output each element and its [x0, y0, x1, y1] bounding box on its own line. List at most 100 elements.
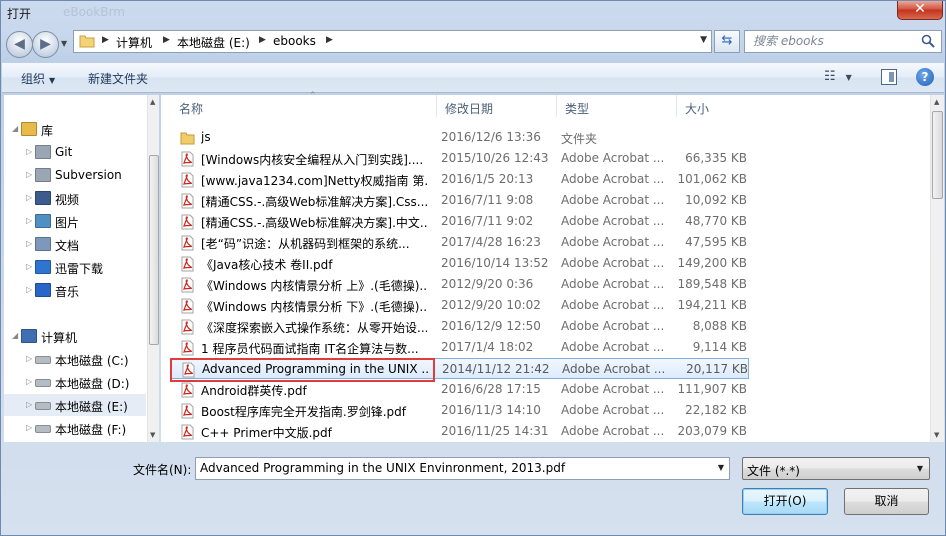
organize-menu[interactable]: 组织 ▼ [21, 70, 55, 87]
nav-item[interactable]: ▷ Subversion [4, 164, 146, 186]
system-drive-icon [35, 356, 51, 364]
close-button[interactable]: ✕ [897, 1, 943, 20]
chevron-down-icon[interactable]: ▼ [718, 463, 724, 472]
breadcrumb-computer[interactable]: 计算机 [116, 34, 152, 51]
new-folder-button[interactable]: 新建文件夹 [88, 70, 148, 87]
view-list-icon: ☷ [824, 69, 836, 84]
nav-item[interactable]: ▷ 图片 [4, 210, 146, 232]
cancel-button[interactable]: 取消 [844, 488, 929, 515]
file-row[interactable]: 《深度探索嵌入式操作系统：从零开始设... 2016/12/9 12:50 Adob… [171, 316, 749, 337]
file-row[interactable]: [老“码”识途：从机器码到框架的系统... 2017/4/28 16:23 Adob… [171, 232, 749, 253]
search-icon[interactable] [921, 34, 935, 48]
nav-item[interactable]: ◢ 计算机 [4, 325, 146, 347]
scroll-up-icon[interactable]: ▲ [150, 98, 155, 106]
expand-arrow-icon[interactable]: ▷ [26, 147, 32, 156]
open-button[interactable]: 打开(O) [742, 488, 828, 515]
nav-item[interactable]: ▷ 本地磁盘 (E:) [4, 394, 146, 416]
address-bar[interactable]: ▶ 计算机 ▶ 本地磁盘 (E:) ▶ ebooks ▶ ▼ [73, 30, 712, 53]
expand-arrow-icon[interactable]: ▷ [26, 216, 32, 225]
nav-item-label: 文档 [55, 239, 80, 253]
folder-icon [180, 132, 195, 145]
nav-scroll-thumb[interactable] [149, 155, 159, 345]
nav-item-label: 本地磁盘 (F:) [55, 423, 127, 437]
nav-item-label: 音乐 [55, 285, 80, 299]
file-type-filter-value: 文件 (*.*) [747, 464, 800, 478]
file-size: 22,182 KB [685, 403, 747, 417]
window-title: 打开 [7, 7, 32, 21]
nav-scrollbar[interactable]: ▲ ▼ [147, 95, 159, 442]
computer-icon [21, 329, 37, 343]
file-row[interactable]: [Windows内核安全编程从入门到实践].... 2015/10/26 12:4… [171, 148, 749, 169]
scroll-up-icon[interactable]: ▲ [934, 98, 939, 106]
file-row[interactable]: Android群英传.pdf 2016/6/28 17:15 Adobe Acrob… [171, 379, 749, 400]
expand-arrow-icon[interactable]: ▷ [26, 170, 32, 179]
column-header-name[interactable]: ⌃ 名称 [171, 91, 437, 117]
file-row[interactable]: 《Windows 内核情景分析 下》.(毛德操)... 2012/9/20 10:… [171, 295, 749, 316]
expand-arrow-icon[interactable]: ▷ [26, 400, 32, 409]
nav-item[interactable]: ▷ 本地磁盘 (D:) [4, 371, 146, 393]
filename-combobox[interactable]: ▼ [195, 457, 730, 480]
file-row[interactable]: Advanced Programming in the UNIX ... 2014… [171, 358, 749, 379]
forward-button[interactable]: ▶ [32, 31, 59, 58]
nav-item-label: Subversion [55, 168, 122, 182]
expand-arrow-icon[interactable]: ▷ [26, 239, 32, 248]
nav-item[interactable]: ▷ 音乐 [4, 279, 146, 301]
file-row[interactable]: 1 程序员代码面试指南 IT名企算法与数... 2017/1/4 18:02 Ado… [171, 337, 749, 358]
help-icon[interactable]: ? [916, 68, 934, 86]
preview-pane-toggle[interactable] [881, 69, 897, 85]
file-size: 9,114 KB [692, 340, 747, 354]
expand-arrow-icon[interactable]: ▷ [26, 377, 32, 386]
expand-arrow-icon[interactable]: ▷ [26, 423, 32, 432]
expand-arrow-icon[interactable]: ◢ [12, 331, 18, 340]
change-view-button[interactable]: ☷ ▼ [824, 69, 852, 84]
search-input[interactable] [753, 34, 913, 48]
file-type: 文件夹 [561, 132, 598, 146]
nav-item[interactable]: ▷ Git [4, 141, 146, 163]
nav-item[interactable]: ▷ 迅雷下载 [4, 256, 146, 278]
file-scroll-thumb[interactable] [932, 111, 943, 199]
file-row[interactable]: [精通CSS.-.高级Web标准解决方案].Css.... 2016/7/11 9… [171, 190, 749, 211]
file-size: 111,907 KB [677, 382, 747, 396]
nav-item-label: Git [55, 145, 73, 159]
file-date: 2016/7/11 9:02 [441, 214, 534, 228]
nav-item[interactable]: ◢ 库 [4, 118, 146, 140]
file-row[interactable]: C++ Primer中文版.pdf 2016/11/25 14:31 Adobe A… [171, 421, 749, 442]
scroll-down-icon[interactable]: ▼ [934, 431, 939, 439]
file-type-filter[interactable]: 文件 (*.*) ▼ [742, 457, 930, 480]
column-header-size[interactable]: 大小 [677, 95, 757, 117]
file-row[interactable]: Boost程序库完全开发指南.罗剑锋.pdf 2016/11/3 14:10 Ado… [171, 400, 749, 421]
file-row[interactable]: [www.java1234.com]Netty权威指南 第... 2016/1/5… [171, 169, 749, 190]
file-row[interactable]: 《Windows 内核情景分析 上》.(毛德操)... 2012/9/20 0:3… [171, 274, 749, 295]
search-box[interactable] [744, 30, 942, 53]
nav-item[interactable]: ▷ 文档 [4, 233, 146, 255]
file-row[interactable]: js 2016/12/6 13:36 文件夹 [171, 127, 749, 148]
nav-item-label: 本地磁盘 (D:) [55, 377, 130, 391]
breadcrumb-drive-e[interactable]: 本地磁盘 (E:) [177, 34, 250, 51]
breadcrumb-separator[interactable]: ▶ [259, 35, 266, 45]
nav-item[interactable]: ▷ 视频 [4, 187, 146, 209]
column-header-type[interactable]: 类型 [557, 95, 677, 117]
expand-arrow-icon[interactable]: ◢ [12, 124, 18, 133]
breadcrumb-separator[interactable]: ▶ [326, 35, 333, 45]
expand-arrow-icon[interactable]: ▷ [26, 193, 32, 202]
scroll-down-icon[interactable]: ▼ [150, 431, 155, 439]
nav-item-label: 库 [41, 124, 54, 138]
recent-pages-dropdown[interactable]: ▼ [61, 39, 67, 48]
back-button[interactable]: ◀ [6, 31, 33, 58]
file-row[interactable]: [精通CSS.-.高级Web标准解决方案].中文... 2016/7/11 9:0… [171, 211, 749, 232]
expand-arrow-icon[interactable]: ▷ [26, 354, 32, 363]
filename-input[interactable] [200, 461, 710, 475]
expand-arrow-icon[interactable]: ▷ [26, 262, 32, 271]
address-dropdown-icon[interactable]: ▼ [700, 35, 707, 45]
breadcrumb-ebooks[interactable]: ebooks [273, 34, 316, 48]
nav-item[interactable]: ▷ 本地磁盘 (F:) [4, 417, 146, 439]
column-header-date[interactable]: 修改日期 [437, 95, 557, 117]
file-row[interactable]: 《Java核心技术 卷II.pdf 2016/10/14 13:52 Adobe A… [171, 253, 749, 274]
breadcrumb-separator[interactable]: ▶ [102, 35, 109, 45]
expand-arrow-icon[interactable]: ▷ [26, 285, 32, 294]
file-name: C++ Primer中文版.pdf [201, 426, 332, 440]
file-list-scrollbar[interactable]: ▲ ▼ [930, 95, 944, 442]
breadcrumb-separator[interactable]: ▶ [163, 35, 170, 45]
nav-item[interactable]: ▷ 本地磁盘 (C:) [4, 348, 146, 370]
refresh-button[interactable]: ⇆ [714, 30, 740, 53]
